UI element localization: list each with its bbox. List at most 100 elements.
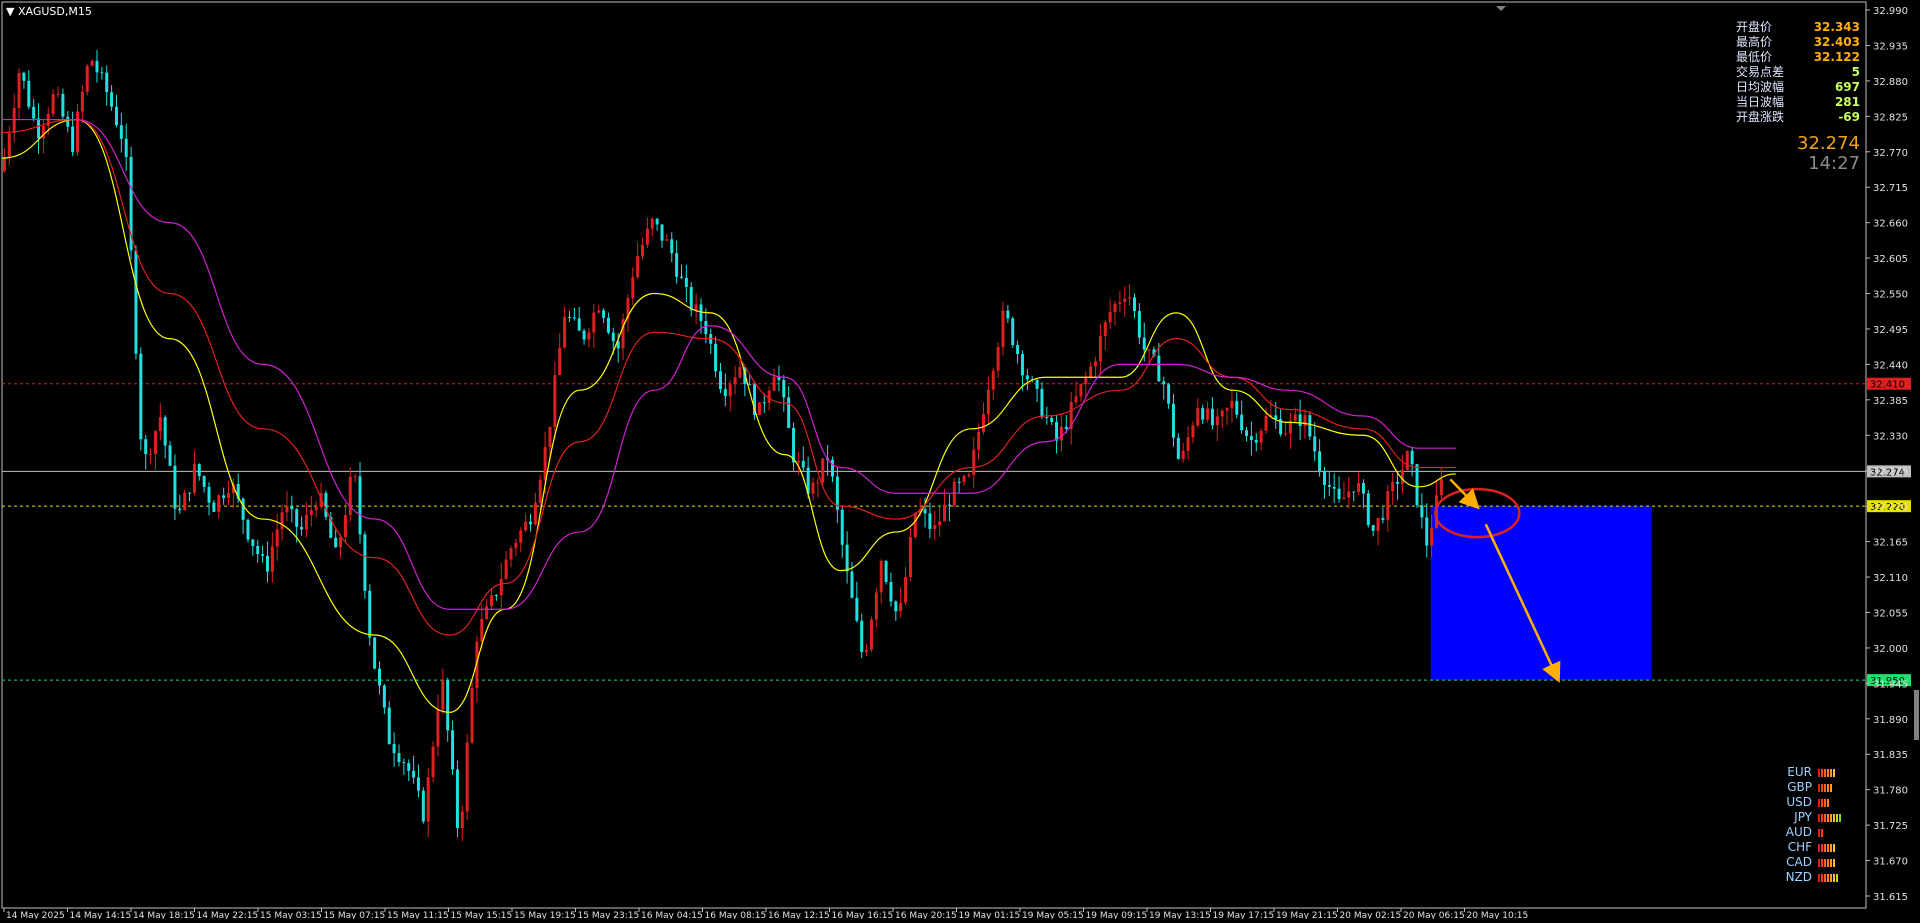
candle-body: [1079, 384, 1083, 397]
strength-bar: [1824, 858, 1826, 867]
candle-body: [1206, 408, 1210, 420]
candle-body: [1210, 408, 1214, 426]
info-value: 32.122: [1813, 50, 1860, 64]
candle-body: [1381, 518, 1385, 520]
candle-body: [139, 353, 143, 440]
currency-row: GBP: [1774, 780, 1894, 795]
y-tick-label: 32.495: [1873, 325, 1908, 336]
candle-body: [27, 80, 31, 107]
strength-bar: [1827, 768, 1829, 777]
candle-body: [1074, 396, 1078, 403]
candle-body: [1318, 451, 1322, 472]
candle-body: [509, 548, 513, 560]
candle-body: [957, 481, 961, 483]
info-label: 最低价: [1736, 50, 1773, 64]
candle-body: [270, 546, 274, 572]
candle-body: [1084, 376, 1088, 385]
candle-body: [1230, 400, 1234, 409]
candle-body: [684, 277, 688, 287]
y-tick-label: 32.440: [1873, 360, 1908, 371]
candle-body: [324, 493, 328, 518]
strength-bar: [1830, 783, 1832, 792]
currency-strength-bars: [1818, 828, 1823, 837]
candle-body: [748, 384, 752, 386]
candle-body: [348, 476, 352, 516]
strength-bar: [1818, 813, 1820, 822]
candle-body: [855, 597, 859, 621]
candle-body: [528, 521, 532, 525]
candle-body: [1176, 437, 1180, 459]
candle-body: [397, 753, 401, 763]
candle-body: [1337, 488, 1341, 500]
candle-body: [567, 316, 571, 318]
candle-body: [767, 390, 771, 403]
candle-body: [382, 685, 386, 708]
currency-row: JPY: [1774, 810, 1894, 825]
candle-body: [1259, 430, 1263, 443]
candle-body: [933, 525, 937, 529]
candle-body: [597, 310, 601, 313]
info-row: 日均波幅 697: [1736, 80, 1860, 95]
candle-body: [538, 479, 542, 503]
candle-body: [991, 370, 995, 390]
bar-countdown-timer: 14:27: [1808, 153, 1860, 174]
candle-body: [641, 244, 645, 257]
candle-body: [241, 498, 245, 520]
strength-bar: [1824, 768, 1826, 777]
candle-body: [694, 304, 698, 311]
candle-body: [368, 590, 372, 638]
strength-bar: [1824, 813, 1826, 822]
chart-symbol-title: ▼ XAGUSD,M15: [6, 5, 92, 18]
dropdown-triangle-icon[interactable]: ▼: [6, 5, 14, 18]
candle-body: [343, 515, 347, 537]
candle-body: [1352, 491, 1356, 493]
x-tick-label: 19 May 09:15: [1086, 911, 1148, 919]
plot-frame: [1, 1, 1867, 909]
candle-body: [421, 790, 425, 822]
x-tick-label: 15 May 07:15: [324, 911, 386, 919]
strength-bar: [1839, 813, 1841, 822]
candle-body: [1162, 381, 1166, 385]
candle-body: [149, 453, 153, 455]
candle-body: [407, 763, 411, 771]
candle-body: [1298, 414, 1302, 426]
candle-body: [1001, 310, 1005, 348]
y-tick-label: 32.055: [1873, 608, 1908, 619]
candle-body: [261, 554, 265, 556]
candle-body: [714, 343, 718, 372]
candle-body: [943, 504, 947, 522]
candle-body: [1108, 312, 1112, 323]
info-panel: 开盘价 32.343 最高价 32.403 最低价 32.122 交易点差 5 日均波幅 697 当…: [1736, 20, 1860, 125]
info-label: 当日波幅: [1736, 95, 1785, 109]
currency-strength-bars: [1818, 768, 1835, 777]
candle-body: [499, 578, 503, 596]
info-value: 281: [1834, 95, 1860, 109]
price-chart[interactable]: 32.41032.27432.22031.95032.99032.93532.8…: [0, 0, 1920, 921]
x-tick-label: 14 May 22:15: [197, 911, 259, 919]
candle-body: [913, 513, 917, 538]
candle-body: [733, 377, 737, 385]
candle-body: [275, 529, 279, 547]
candle-body: [830, 459, 834, 477]
candle-body: [1123, 298, 1127, 302]
candle-body: [1396, 481, 1400, 484]
candle-body: [173, 465, 177, 509]
x-tick-label: 15 May 23:15: [578, 911, 640, 919]
x-tick-label: 14 May 14:15: [70, 911, 132, 919]
moving-average-line: [1, 118, 1456, 610]
candle-body: [304, 514, 308, 530]
candle-body: [7, 133, 11, 157]
candle-body: [197, 464, 201, 477]
candle-body: [874, 592, 878, 620]
candle-body: [1371, 525, 1375, 531]
arrow-short: [1449, 478, 1480, 510]
currency-row: USD: [1774, 795, 1894, 810]
strength-bar: [1821, 873, 1823, 882]
candle-body: [119, 125, 123, 139]
candle-body: [285, 505, 289, 513]
candle-body: [894, 601, 898, 612]
candle-body: [840, 509, 844, 545]
candle-body: [1376, 518, 1380, 531]
y-tick-label: 31.890: [1873, 715, 1908, 726]
chart-window[interactable]: 32.410 32.274 32.220 31.950 32.990 32.935 32.8…: [0, 0, 1920, 921]
